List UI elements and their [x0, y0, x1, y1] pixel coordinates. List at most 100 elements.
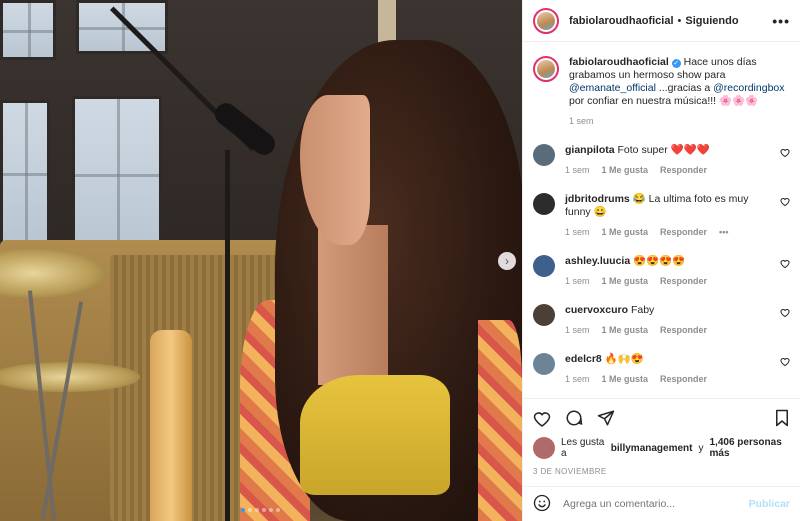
comment-text: jdbritodrums 😂 La ultima foto es muy fun…	[565, 193, 790, 219]
post-photo[interactable]: ›	[0, 0, 522, 521]
comment-text: edelcr8 🔥🙌😍	[565, 353, 790, 366]
reply-button[interactable]: Responder	[660, 276, 707, 286]
comment-text: ashley.luucia 😍😍😍😍	[565, 255, 790, 268]
publish-button[interactable]: Publicar	[749, 498, 790, 510]
comment-body: 🔥🙌😍	[604, 353, 644, 365]
likes-count[interactable]: 1,406 personas más	[710, 437, 791, 459]
action-icons	[533, 409, 790, 427]
more-options-icon[interactable]: •••	[772, 13, 790, 29]
commenter-avatar[interactable]	[533, 255, 555, 277]
verified-badge-icon: ✓	[671, 59, 681, 68]
header-separator: •	[677, 14, 682, 27]
comment-time[interactable]: 1 sem	[565, 165, 590, 175]
studio-window	[0, 0, 56, 60]
caption-mention-recordingbox[interactable]: @recordingbox	[713, 82, 784, 94]
reply-button[interactable]: Responder	[660, 325, 707, 335]
commenter-username[interactable]: cuervoxcuro	[565, 304, 628, 316]
comment-likes[interactable]: 1 Me gusta	[602, 165, 649, 175]
likes-summary: Les gusta a billymanagement y 1,406 pers…	[533, 437, 790, 459]
comment-like-heart-icon[interactable]	[780, 308, 790, 319]
comment-body: Faby	[630, 304, 655, 316]
comment-text: cuervoxcuro Faby	[565, 304, 790, 317]
caption-text: fabiolaroudhaoficial ✓ Hace unos días gr…	[569, 56, 790, 108]
commenter-username[interactable]: jdbritodrums	[565, 193, 630, 205]
comment-body: 😍😍😍😍	[633, 255, 686, 267]
post-date[interactable]: 3 DE NOVIEMBRE	[533, 467, 790, 476]
add-comment-bar: Publicar	[523, 486, 800, 521]
author-username[interactable]: fabiolaroudhaoficial	[569, 15, 674, 27]
carousel-dot	[276, 508, 280, 512]
reply-button[interactable]: Responder	[660, 374, 707, 384]
comment-meta: 1 sem 1 Me gusta Responder	[565, 374, 790, 384]
comment-time[interactable]: 1 sem	[565, 374, 590, 384]
comment-item: gianpilota Foto super ❤️❤️❤️ 1 sem 1 Me …	[533, 144, 790, 175]
comment-time[interactable]: 1 sem	[565, 227, 590, 237]
comment-input[interactable]	[563, 498, 737, 510]
save-bookmark-icon[interactable]	[774, 409, 790, 427]
emoji-icon[interactable]	[533, 494, 551, 515]
comment-likes[interactable]: 1 Me gusta	[602, 227, 649, 237]
comment-like-heart-icon[interactable]	[780, 259, 790, 270]
caption-username[interactable]: fabiolaroudhaoficial	[569, 56, 669, 68]
comment-meta: 1 sem 1 Me gusta Responder	[565, 325, 790, 335]
post-side-panel: fabiolaroudhaoficial • Siguiendo ••• fab…	[522, 0, 800, 521]
reply-button[interactable]: Responder	[660, 165, 707, 175]
author-avatar[interactable]	[533, 7, 559, 34]
likes-prefix: Les gusta a	[561, 437, 605, 459]
commenter-avatar[interactable]	[533, 193, 555, 215]
commenter-username[interactable]: ashley.luucia	[565, 255, 630, 267]
caption-body-2: ...gracias a	[658, 82, 711, 94]
carousel-dot	[248, 508, 252, 512]
comment-more-icon[interactable]: •••	[719, 227, 728, 237]
comment-meta: 1 sem 1 Me gusta Responder	[565, 276, 790, 286]
commenter-username[interactable]: gianpilota	[565, 144, 615, 156]
comment-like-heart-icon[interactable]	[780, 148, 790, 159]
comment-item: cuervoxcuro Faby 1 sem 1 Me gusta Respon…	[533, 304, 790, 335]
caption-avatar[interactable]	[533, 56, 559, 82]
post-caption: fabiolaroudhaoficial ✓ Hace unos días gr…	[533, 56, 790, 126]
comment-like-heart-icon[interactable]	[780, 357, 790, 368]
comment-item: edelcr8 🔥🙌😍 1 sem 1 Me gusta Responder	[533, 353, 790, 384]
comment-likes[interactable]: 1 Me gusta	[602, 325, 649, 335]
comment-bubble-icon[interactable]	[565, 409, 583, 427]
liker-avatar[interactable]	[533, 437, 555, 459]
commenter-avatar[interactable]	[533, 353, 555, 375]
comment-time[interactable]: 1 sem	[565, 276, 590, 286]
carousel-dot	[262, 508, 266, 512]
carousel-dot	[255, 508, 259, 512]
comment-list: gianpilota Foto super ❤️❤️❤️ 1 sem 1 Me …	[533, 144, 790, 384]
comment-item: jdbritodrums 😂 La ultima foto es muy fun…	[533, 193, 790, 237]
comments-section[interactable]: fabiolaroudhaoficial ✓ Hace unos días gr…	[523, 42, 800, 398]
carousel-dot	[269, 508, 273, 512]
studio-window	[0, 100, 50, 245]
carousel-indicator	[241, 508, 280, 512]
chevron-right-icon: ›	[505, 254, 509, 268]
commenter-avatar[interactable]	[533, 304, 555, 326]
commenter-avatar[interactable]	[533, 144, 555, 166]
liker-username[interactable]: billymanagement	[611, 443, 693, 454]
comment-likes[interactable]: 1 Me gusta	[602, 374, 649, 384]
comment-meta: 1 sem 1 Me gusta Responder •••	[565, 227, 790, 237]
comment-text: gianpilota Foto super ❤️❤️❤️	[565, 144, 790, 157]
mic-stand	[225, 150, 230, 521]
comment-like-heart-icon[interactable]	[780, 197, 790, 208]
studio-window	[76, 0, 168, 54]
commenter-username[interactable]: edelcr8	[565, 353, 602, 365]
comment-body: Foto super ❤️❤️❤️	[617, 144, 710, 156]
comment-meta: 1 sem 1 Me gusta Responder	[565, 165, 790, 175]
instagram-post-modal: › fabiolaroudhaoficial • Siguiendo ••• f…	[0, 0, 800, 521]
next-photo-button[interactable]: ›	[498, 252, 516, 270]
caption-mention-emanate[interactable]: @emanate_official	[569, 82, 656, 94]
share-paper-plane-icon[interactable]	[597, 409, 615, 427]
reply-button[interactable]: Responder	[660, 227, 707, 237]
like-heart-icon[interactable]	[533, 410, 551, 427]
caption-time[interactable]: 1 sem	[569, 116, 594, 126]
caption-meta: 1 sem	[569, 116, 790, 126]
following-button[interactable]: Siguiendo	[685, 15, 738, 27]
comment-likes[interactable]: 1 Me gusta	[602, 276, 649, 286]
post-actions: Les gusta a billymanagement y 1,406 pers…	[523, 398, 800, 476]
comment-item: ashley.luucia 😍😍😍😍 1 sem 1 Me gusta Resp…	[533, 255, 790, 286]
comment-time[interactable]: 1 sem	[565, 325, 590, 335]
kimono	[478, 320, 522, 521]
caption-body-3: por confiar en nuestra música!!! 🌸🌸🌸	[569, 95, 759, 107]
